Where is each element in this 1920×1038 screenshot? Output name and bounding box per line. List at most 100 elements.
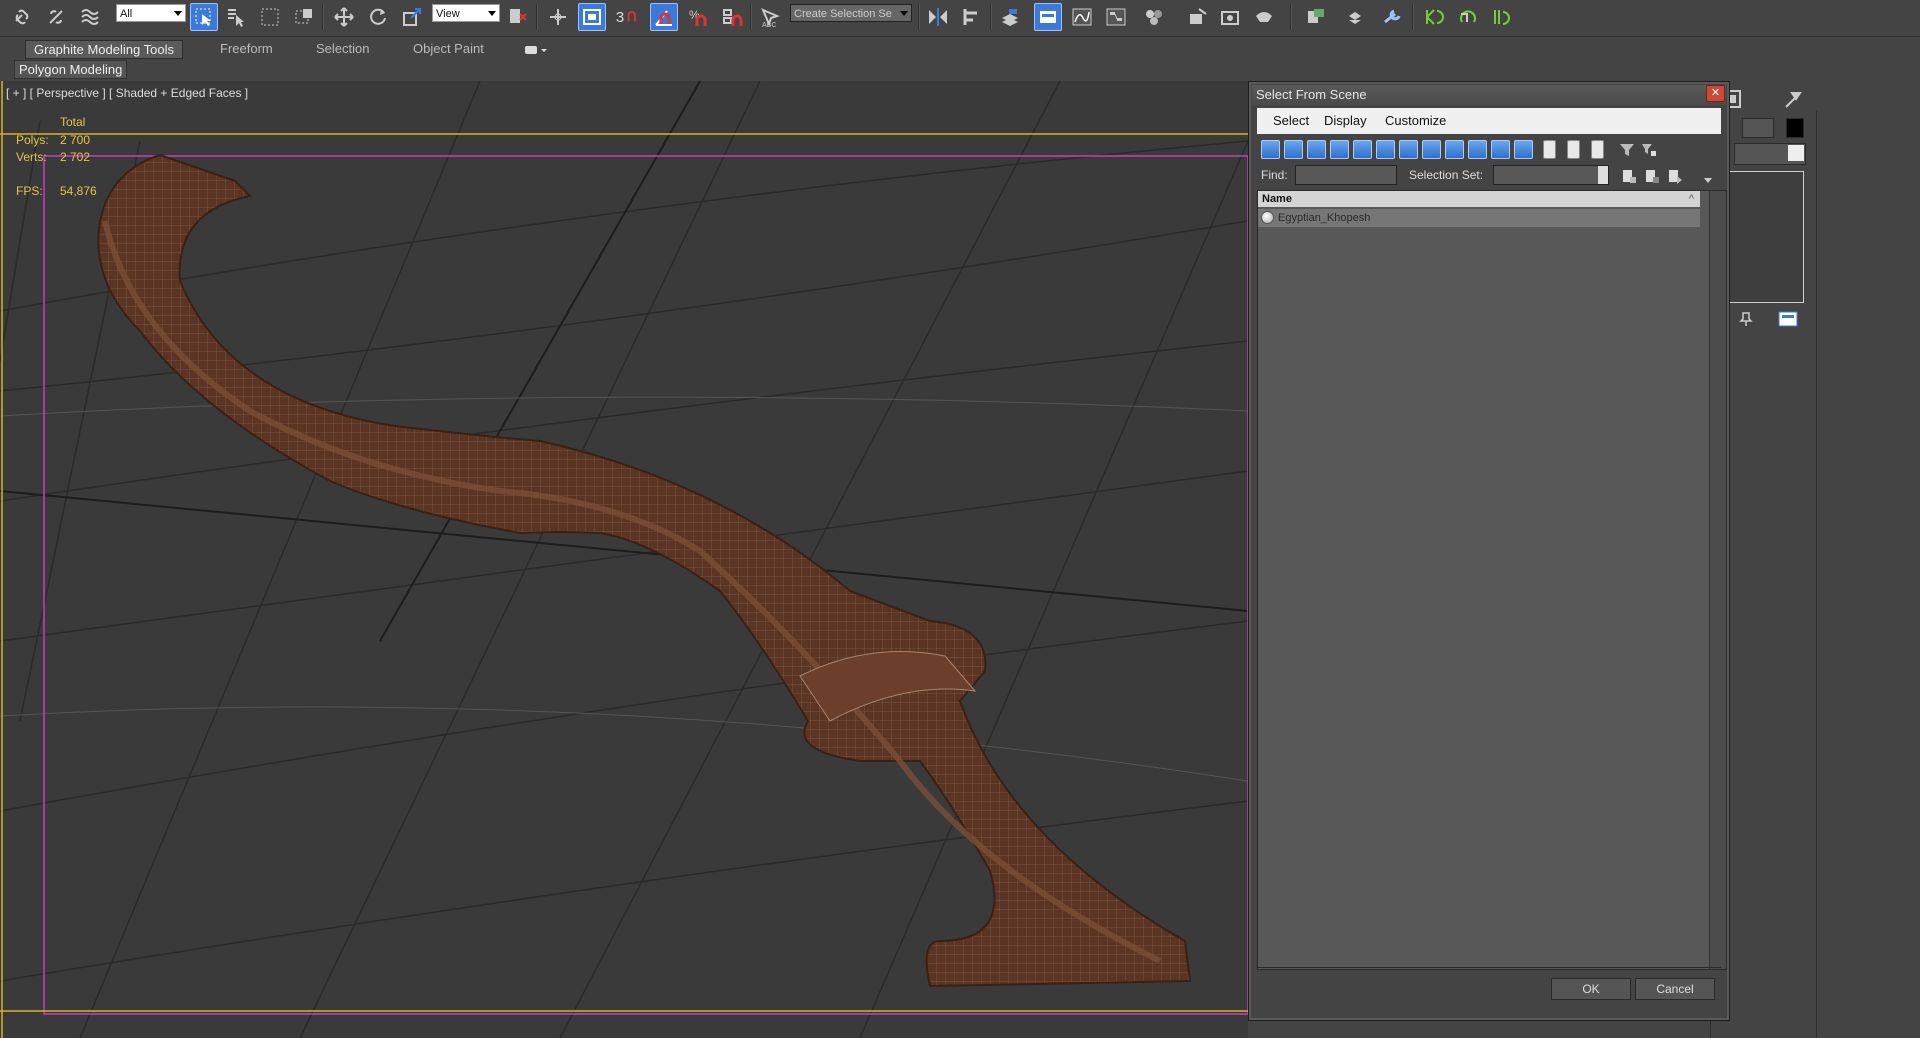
scale-icon[interactable]: [398, 3, 426, 31]
stats-verts-label: Verts:: [16, 150, 47, 164]
display-shapes-icon[interactable]: [1284, 140, 1303, 159]
select-influences-icon[interactable]: [1667, 168, 1683, 184]
display-frozen-icon[interactable]: [1491, 140, 1510, 159]
window-crossing-icon[interactable]: [290, 3, 318, 31]
viewport-scene: [0, 81, 1248, 1038]
render-setup-icon[interactable]: [1184, 3, 1212, 31]
menu-select[interactable]: Select: [1273, 113, 1309, 128]
display-hidden-icon[interactable]: [1514, 140, 1533, 159]
khopesh-model[interactable]: [97, 153, 1192, 988]
material-editor-icon[interactable]: [1140, 3, 1168, 31]
display-bones-icon[interactable]: [1445, 140, 1464, 159]
scene-states-icon[interactable]: [1342, 3, 1370, 31]
menu-display[interactable]: Display: [1324, 113, 1367, 128]
mirror-icon[interactable]: [924, 3, 952, 31]
utilities-hammer-icon[interactable]: [1782, 89, 1806, 109]
snaps-toggle-icon[interactable]: 3: [614, 3, 642, 31]
modifier-stack-list[interactable]: [1728, 171, 1804, 303]
ribbon-panel-polygon-modeling[interactable]: Polygon Modeling: [14, 60, 128, 79]
close-icon[interactable]: ✕: [1706, 85, 1725, 102]
ribbon: Graphite Modeling Tools Freeform Selecti…: [0, 37, 1920, 81]
chevron-down-icon[interactable]: [1703, 174, 1713, 183]
filter-icon[interactable]: [1619, 142, 1635, 158]
unlink-icon[interactable]: [42, 3, 70, 31]
geometry-object-icon: [1261, 211, 1274, 224]
cancel-button[interactable]: Cancel: [1635, 978, 1715, 1000]
schematic-view-icon[interactable]: [1102, 3, 1130, 31]
configure-modifier-sets-icon[interactable]: [1778, 311, 1798, 327]
selection-set-dropdown[interactable]: [1493, 165, 1609, 185]
display-lights-icon[interactable]: [1307, 140, 1326, 159]
spinner-snap-icon[interactable]: [718, 3, 746, 31]
stats-polys-value: 2 700: [60, 133, 91, 147]
object-list[interactable]: Name ^ Egyptian_Khopesh: [1257, 190, 1727, 970]
rectangular-selection-icon[interactable]: [256, 3, 284, 31]
time-configuration-icon[interactable]: [1488, 3, 1516, 31]
display-helpers-icon[interactable]: [1353, 140, 1372, 159]
curve-editor-icon[interactable]: [1068, 3, 1096, 31]
dialog-menu-bar: Select Display Customize: [1257, 108, 1721, 134]
display-cameras-icon[interactable]: [1330, 140, 1349, 159]
display-space-warps-icon[interactable]: [1376, 140, 1395, 159]
reference-coordinate-dropdown[interactable]: View: [432, 4, 500, 22]
keyboard-shortcut-override-icon[interactable]: [578, 3, 606, 31]
rendered-frame-window-icon[interactable]: [1216, 3, 1244, 31]
modifier-list-dropdown[interactable]: [1734, 143, 1806, 165]
list-item[interactable]: Egyptian_Khopesh: [1258, 209, 1700, 227]
grid-highlight-lines: [0, 396, 1248, 782]
graphite-ribbon-toggle-icon[interactable]: [1034, 3, 1062, 31]
link-icon[interactable]: [8, 3, 36, 31]
select-invert-icon[interactable]: [1591, 140, 1604, 159]
dialog-footer: OK Cancel: [1257, 967, 1721, 1012]
pivot-center-icon[interactable]: [504, 3, 532, 31]
vertical-scrollbar[interactable]: [1709, 191, 1726, 969]
tab-selection[interactable]: Selection: [308, 40, 377, 57]
display-xrefs-icon[interactable]: [1422, 140, 1441, 159]
tab-freeform[interactable]: Freeform: [212, 40, 281, 57]
menu-customize[interactable]: Customize: [1385, 113, 1446, 128]
select-none-icon[interactable]: [1567, 140, 1580, 159]
edit-named-selection-icon[interactable]: ABC: [756, 3, 784, 31]
auto-key-icon[interactable]: [1454, 3, 1482, 31]
dialog-title[interactable]: Select From Scene: [1252, 85, 1726, 105]
rotate-icon[interactable]: [364, 3, 392, 31]
pin-stack-icon[interactable]: [1738, 311, 1754, 327]
column-header-name-label: Name: [1262, 193, 1292, 205]
object-color-swatch[interactable]: [1786, 118, 1804, 138]
move-icon[interactable]: [330, 3, 358, 31]
select-manipulate-icon[interactable]: [544, 3, 572, 31]
selection-set-label: Selection Set:: [1409, 168, 1484, 182]
ribbon-options-icon[interactable]: [524, 44, 548, 54]
set-key-filter-icon[interactable]: [1420, 3, 1448, 31]
angle-snap-icon[interactable]: [650, 3, 678, 31]
tab-graphite-modeling-tools[interactable]: Graphite Modeling Tools: [25, 40, 183, 59]
filter-options-icon[interactable]: [1641, 142, 1657, 158]
select-object-icon[interactable]: [190, 3, 218, 31]
display-geometry-icon[interactable]: [1261, 140, 1280, 159]
tab-object-paint[interactable]: Object Paint: [405, 40, 492, 57]
ok-button[interactable]: OK: [1551, 978, 1631, 1000]
container-explorer-icon[interactable]: [1302, 3, 1330, 31]
viewport-label[interactable]: [ + ] [ Perspective ] [ Shaded + Edged F…: [6, 86, 248, 100]
select-from-scene-dialog: Select From Scene ✕ Select Display Custo…: [1248, 81, 1730, 1021]
toolbar-separator: [322, 4, 324, 30]
selection-filter-dropdown[interactable]: All: [116, 4, 186, 22]
display-containers-icon[interactable]: [1468, 140, 1487, 159]
column-header-name[interactable]: Name ^: [1258, 191, 1700, 207]
select-all-icon[interactable]: [1543, 140, 1556, 159]
render-production-icon[interactable]: [1250, 3, 1278, 31]
display-groups-icon[interactable]: [1399, 140, 1418, 159]
perspective-viewport[interactable]: [ + ] [ Perspective ] [ Shaded + Edged F…: [0, 81, 1248, 1038]
percent-snap-icon[interactable]: %: [684, 3, 712, 31]
align-icon[interactable]: [958, 3, 986, 31]
list-item-label: Egyptian_Khopesh: [1278, 212, 1371, 224]
bind-space-warp-icon[interactable]: [76, 3, 104, 31]
named-selection-set-dropdown[interactable]: Create Selection Se: [790, 4, 912, 22]
select-dependents-icon[interactable]: [1621, 168, 1637, 184]
object-name-field[interactable]: [1742, 118, 1774, 138]
select-by-name-icon[interactable]: [222, 3, 250, 31]
wrench-tool-icon[interactable]: [1378, 3, 1406, 31]
layer-manager-icon[interactable]: [996, 3, 1024, 31]
find-input[interactable]: [1295, 165, 1397, 185]
select-children-icon[interactable]: [1644, 168, 1660, 184]
